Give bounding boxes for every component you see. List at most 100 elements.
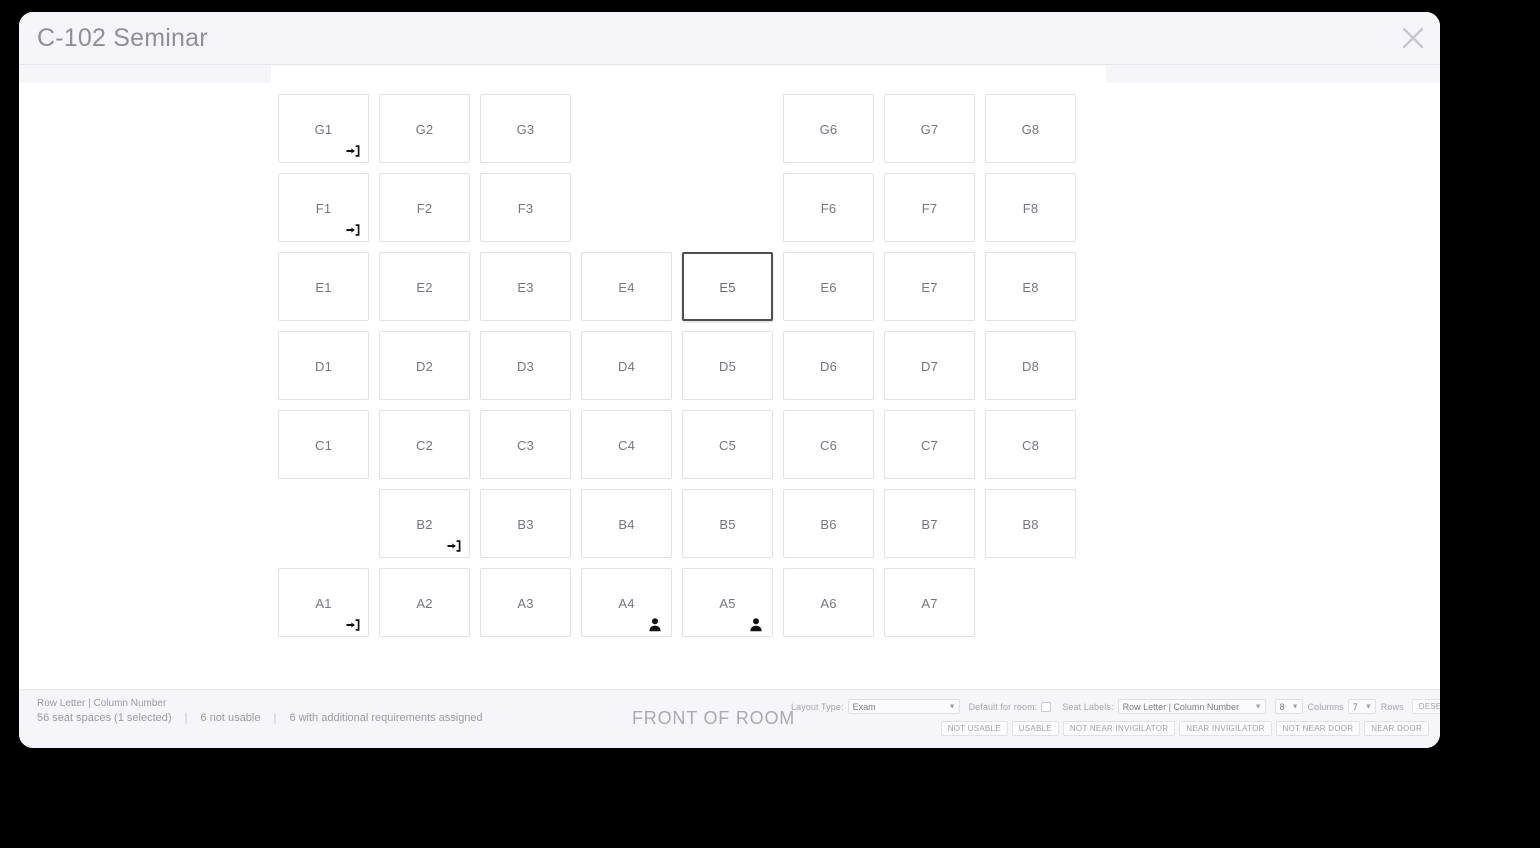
seat-label: A2: [416, 596, 433, 611]
seat-a5[interactable]: A5: [682, 568, 773, 637]
seat-label: G3: [516, 122, 535, 137]
deselect-all-button[interactable]: DESELECT ALL: [1411, 699, 1440, 714]
seat-cell: E1: [278, 252, 379, 331]
seat-gap: [985, 568, 1086, 647]
seat-label: C4: [617, 438, 636, 453]
seat-g7[interactable]: G7: [884, 94, 975, 163]
seat-row-f: F1 F2 F3 F6 F7 F8: [278, 173, 1086, 252]
seat-cell: D1: [278, 331, 379, 410]
seat-a4[interactable]: A4: [581, 568, 672, 637]
seat-d1[interactable]: D1: [278, 331, 369, 400]
seat-a2[interactable]: A2: [379, 568, 470, 637]
seat-f6[interactable]: F6: [783, 173, 874, 242]
seat-b3[interactable]: B3: [480, 489, 571, 558]
close-icon[interactable]: [1396, 21, 1430, 55]
seat-e6[interactable]: E6: [783, 252, 874, 321]
seat-e2[interactable]: E2: [379, 252, 470, 321]
seat-g2[interactable]: G2: [379, 94, 470, 163]
seat-label: C3: [516, 438, 535, 453]
seat-label: G1: [314, 122, 333, 137]
seat-d7[interactable]: D7: [884, 331, 975, 400]
columns-select[interactable]: 8 ▼: [1274, 699, 1303, 714]
seat-cell: A1: [278, 568, 379, 647]
rows-select[interactable]: 7 ▼: [1347, 699, 1376, 714]
seat-c5[interactable]: C5: [682, 410, 773, 479]
default-for-room-checkbox[interactable]: [1041, 701, 1052, 712]
seat-cell: G6: [783, 94, 884, 173]
mark-not-near-invigilator-button[interactable]: NOT NEAR INVIGILATOR: [1062, 721, 1176, 736]
status-separator-1: |: [184, 712, 188, 724]
seat-f1[interactable]: F1: [278, 173, 369, 242]
seat-cell: E5: [682, 252, 783, 331]
seat-label: A6: [820, 596, 837, 611]
seat-d4[interactable]: D4: [581, 331, 672, 400]
dialog-titlebar: C-102 Seminar: [19, 12, 1440, 65]
mark-not-near-door-button[interactable]: NOT NEAR DOOR: [1275, 721, 1361, 736]
seat-c4[interactable]: C4: [581, 410, 672, 479]
mark-near-invigilator-button[interactable]: NEAR INVIGILATOR: [1179, 721, 1272, 736]
seat-label: E7: [921, 280, 938, 295]
seat-e1[interactable]: E1: [278, 252, 369, 321]
seat-a1[interactable]: A1: [278, 568, 369, 637]
seat-e5[interactable]: E5: [682, 252, 773, 321]
seat-d3[interactable]: D3: [480, 331, 571, 400]
seat-f2[interactable]: F2: [379, 173, 470, 242]
mark-near-door-button[interactable]: NEAR DOOR: [1364, 721, 1429, 736]
chevron-down-icon: ▼: [1364, 703, 1372, 710]
seat-b5[interactable]: B5: [682, 489, 773, 558]
seat-marking-toolbar: NOT USABLE USABLE NOT NEAR INVIGILATOR NEAR…: [940, 721, 1429, 736]
seat-g1[interactable]: G1: [278, 94, 369, 163]
seat-c6[interactable]: C6: [783, 410, 874, 479]
seat-row-e: E1 E2 E3 E4 E5 E6 E7 E8: [278, 252, 1086, 331]
seat-b2[interactable]: B2: [379, 489, 470, 558]
seat-label: E2: [416, 280, 433, 295]
seat-e3[interactable]: E3: [480, 252, 571, 321]
seat-cell: B2: [379, 489, 480, 568]
seat-b7[interactable]: B7: [884, 489, 975, 558]
mark-usable-button[interactable]: USABLE: [1011, 721, 1059, 736]
seat-b8[interactable]: B8: [985, 489, 1076, 558]
seat-c7[interactable]: C7: [884, 410, 975, 479]
seat-label: D3: [516, 359, 535, 374]
seat-cell: C7: [884, 410, 985, 489]
seating-canvas: G1 G2 G3 G6 G7 G8 F1 F2 F3 F6 F7 F8 E1 E2 E3 E4 E5 E6 E7 E8…: [19, 83, 1440, 689]
seat-g6[interactable]: G6: [783, 94, 874, 163]
seat-d6[interactable]: D6: [783, 331, 874, 400]
layout-type-select[interactable]: Exam ▼: [847, 699, 960, 714]
seat-cell: D6: [783, 331, 884, 410]
seat-c3[interactable]: C3: [480, 410, 571, 479]
seat-e7[interactable]: E7: [884, 252, 975, 321]
seat-c2[interactable]: C2: [379, 410, 470, 479]
seat-label: G6: [819, 122, 838, 137]
seat-label: G2: [415, 122, 434, 137]
seat-d2[interactable]: D2: [379, 331, 470, 400]
seat-cell: D8: [985, 331, 1086, 410]
mark-not-usable-button[interactable]: NOT USABLE: [940, 721, 1008, 736]
seat-a3[interactable]: A3: [480, 568, 571, 637]
seat-a7[interactable]: A7: [884, 568, 975, 637]
seat-label: D6: [819, 359, 838, 374]
rows-value: 7: [1352, 701, 1358, 712]
seat-label: A5: [719, 596, 736, 611]
seat-e8[interactable]: E8: [985, 252, 1076, 321]
seat-a6[interactable]: A6: [783, 568, 874, 637]
seat-b4[interactable]: B4: [581, 489, 672, 558]
seat-d5[interactable]: D5: [682, 331, 773, 400]
seat-f3[interactable]: F3: [480, 173, 571, 242]
seat-g8[interactable]: G8: [985, 94, 1076, 163]
seat-g3[interactable]: G3: [480, 94, 571, 163]
seat-cell: E6: [783, 252, 884, 331]
seat-e4[interactable]: E4: [581, 252, 672, 321]
seat-cell: B7: [884, 489, 985, 568]
seat-row-g: G1 G2 G3 G6 G7 G8: [278, 94, 1086, 173]
seat-cell: C8: [985, 410, 1086, 489]
seat-b6[interactable]: B6: [783, 489, 874, 558]
seat-labels-select[interactable]: Row Letter | Column Number ▼: [1117, 699, 1266, 714]
seat-c1[interactable]: C1: [278, 410, 369, 479]
seat-label: E6: [820, 280, 837, 295]
seat-d8[interactable]: D8: [985, 331, 1076, 400]
seat-f8[interactable]: F8: [985, 173, 1076, 242]
seat-f7[interactable]: F7: [884, 173, 975, 242]
seat-gap: [581, 173, 682, 252]
seat-c8[interactable]: C8: [985, 410, 1076, 479]
